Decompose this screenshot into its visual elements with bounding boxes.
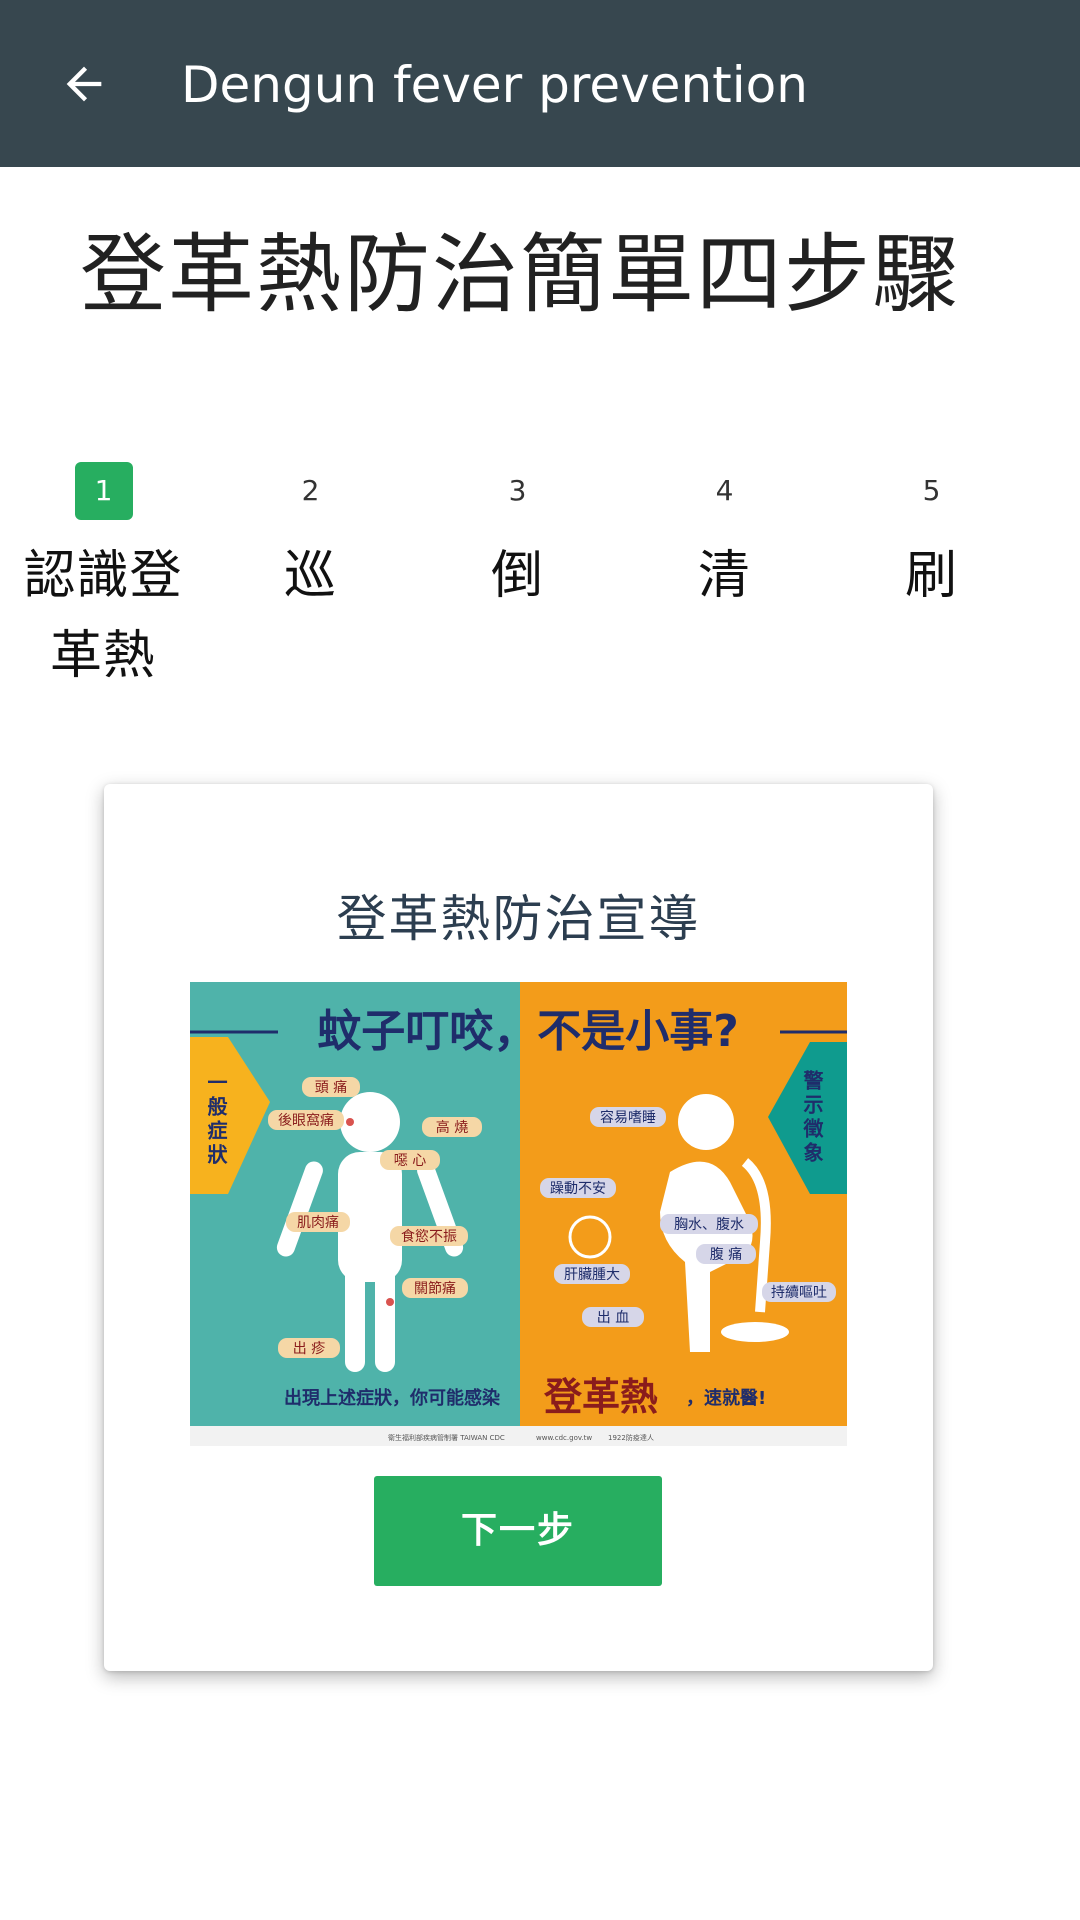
step-number: 2 — [301, 474, 320, 507]
symptom-label: 高 燒 — [436, 1119, 468, 1136]
step-label: 巡 — [283, 546, 337, 606]
symptom-label: 頭 痛 — [315, 1079, 347, 1096]
symptom-label: 肌肉痛 — [297, 1214, 339, 1231]
right-tag: 警示徵象 — [800, 1069, 824, 1166]
symptom-label: 持續嘔吐 — [771, 1285, 827, 1301]
step-number: 5 — [922, 474, 941, 507]
app-bar-title: Dengun fever prevention — [181, 56, 808, 114]
stepper: 1 認識登革熱 2 巡 3 倒 4 清 5 刷 — [0, 462, 1040, 702]
content-card: 登革熱防治宣導 蚊子叮咬，不是小事? 一般症狀 警示徵象 頭 痛 後眼窩痛 高 … — [104, 784, 933, 1671]
symptom-label: 容易嗜睡 — [600, 1109, 656, 1126]
step-label: 刷 — [904, 546, 958, 606]
arrow-left-icon — [66, 66, 102, 102]
poster-credit: 1922防疫達人 — [608, 1433, 654, 1442]
symptom-label: 噁 心 — [394, 1153, 426, 1169]
step-number: 1 — [74, 462, 133, 520]
step-2[interactable]: 2 巡 — [207, 462, 414, 616]
step-number: 3 — [508, 474, 527, 507]
poster-headline: 蚊子叮咬，不是小事? — [317, 1006, 739, 1057]
symptom-label: 後眼窩痛 — [278, 1112, 334, 1129]
symptom-label: 食慾不振 — [401, 1228, 457, 1245]
step-5[interactable]: 5 刷 — [828, 462, 1035, 616]
poster-graphic: 蚊子叮咬，不是小事? 一般症狀 警示徵象 頭 痛 後眼窩痛 高 燒 噁 心 肌肉… — [190, 982, 847, 1446]
step-label: 倒 — [490, 546, 544, 606]
symptom-label: 躁動不安 — [550, 1181, 606, 1197]
symptom-label: 關節痛 — [414, 1280, 456, 1297]
left-tag: 一般症狀 — [204, 1072, 228, 1168]
app-bar: Dengun fever prevention — [0, 0, 1080, 167]
page-title: 登革熱防治簡單四步驟 — [80, 225, 960, 325]
symptom-label: 腹 痛 — [710, 1246, 742, 1263]
step-label: 認識登革熱 — [23, 546, 183, 686]
step-number: 4 — [715, 474, 734, 507]
step-4[interactable]: 4 清 — [621, 462, 828, 616]
symptom-label: 出 疹 — [293, 1341, 325, 1357]
poster-footer-post: ，速就醫! — [686, 1387, 766, 1409]
step-3[interactable]: 3 倒 — [414, 462, 621, 616]
symptom-label: 肝臟腫大 — [564, 1267, 620, 1283]
poster-footer-pre: 出現上述症狀，你可能感染 — [284, 1387, 501, 1409]
symptom-label: 出 血 — [597, 1310, 629, 1326]
step-1[interactable]: 1 認識登革熱 — [0, 462, 207, 696]
poster-credit: www.cdc.gov.tw — [536, 1434, 592, 1442]
symptom-label: 胸水、腹水 — [674, 1216, 744, 1233]
poster-credit: 衛生福利部疾病管制署 TAIWAN CDC — [388, 1433, 505, 1442]
poster-footer-big: 登革熱 — [543, 1375, 658, 1419]
back-button[interactable] — [44, 44, 124, 124]
dengue-poster-image: 蚊子叮咬，不是小事? 一般症狀 警示徵象 頭 痛 後眼窩痛 高 燒 噁 心 肌肉… — [190, 982, 847, 1446]
step-label: 清 — [697, 546, 751, 606]
next-step-button[interactable]: 下一步 — [374, 1476, 662, 1586]
card-title: 登革熱防治宣導 — [336, 890, 701, 948]
